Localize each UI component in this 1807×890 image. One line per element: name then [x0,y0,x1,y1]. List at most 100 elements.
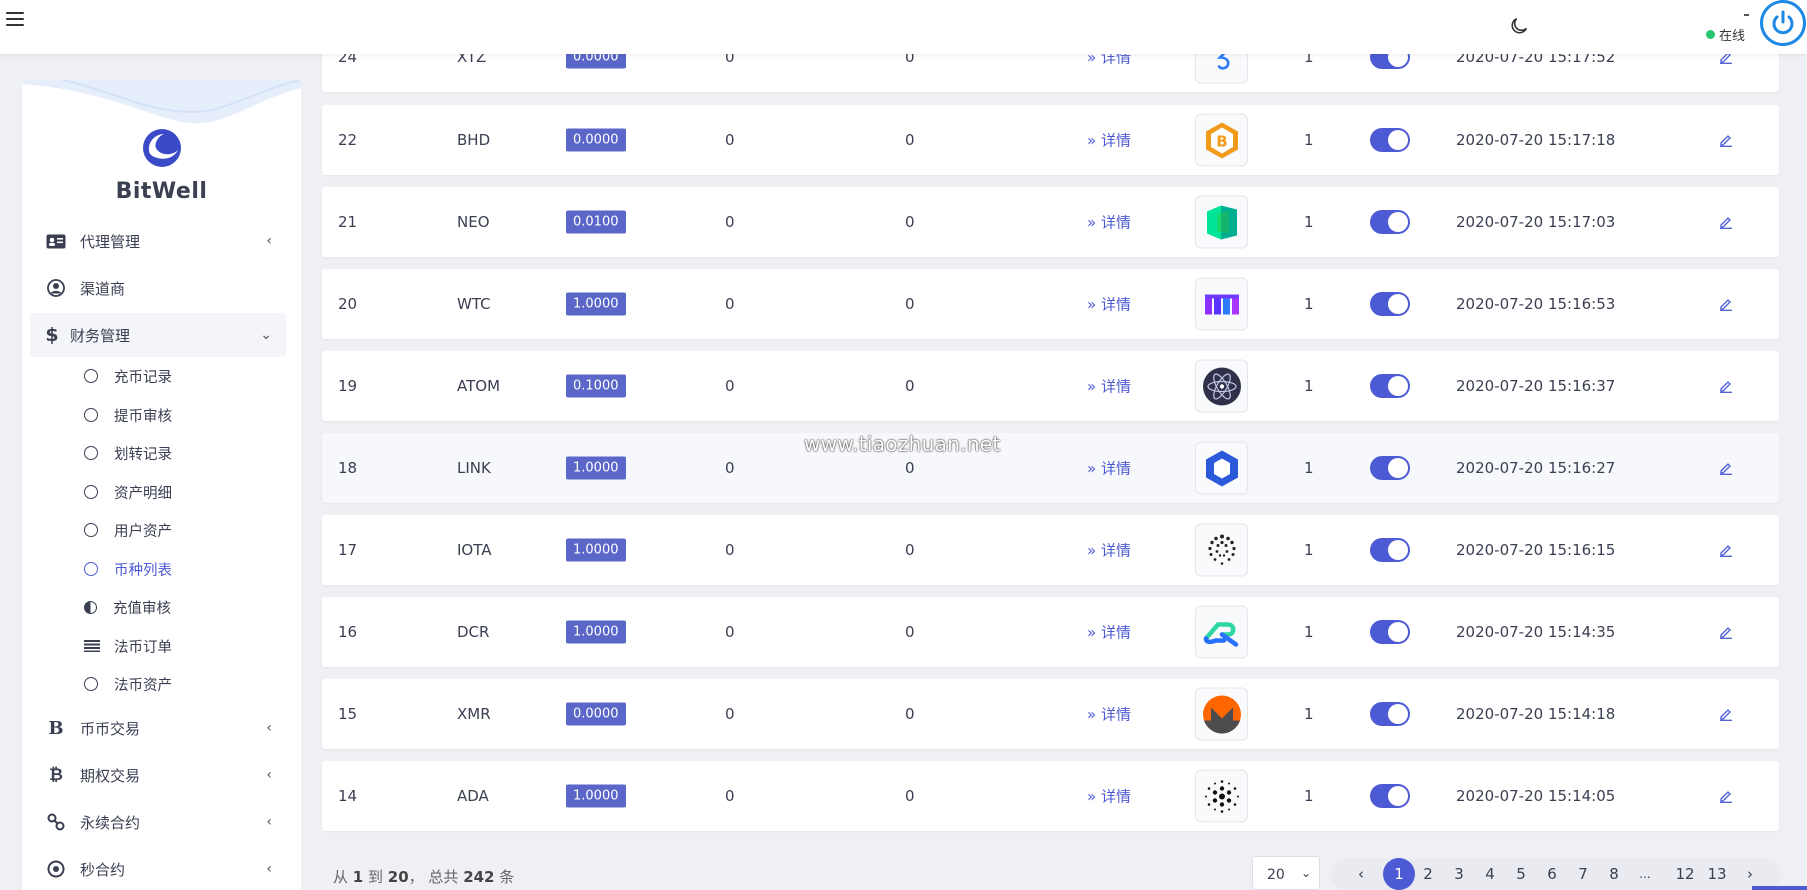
status-toggle[interactable] [1370,128,1410,152]
sub-item-withdraw-review[interactable]: 提币审核 [84,398,172,432]
row-id: 17 [338,541,358,559]
timestamp: 2020-07-20 15:16:15 [1456,541,1616,559]
status-toggle[interactable] [1370,456,1410,480]
value-a: 0 [725,295,735,313]
sidebar-item-spot-trading[interactable]: B 币币交易 ‹ [30,706,286,750]
sub-item-asset-details[interactable]: 资产明细 [84,475,172,509]
avatar[interactable] [1760,0,1806,46]
sub-item-user-assets[interactable]: 用户资产 [84,513,172,547]
sub-item-recharge-review[interactable]: 充值审核 [84,590,171,624]
details-link[interactable]: » 详情 [1087,622,1131,643]
hamburger-menu-icon[interactable] [6,12,24,28]
page-1-button[interactable]: 1 [1383,858,1415,890]
details-link[interactable]: » 详情 [1087,704,1131,725]
circle-icon [84,677,98,691]
row-id: 15 [338,705,358,723]
value-a: 0 [725,213,735,231]
sub-item-fiat-orders[interactable]: 法币订单 [84,629,172,663]
page-2-button[interactable]: 2 [1414,858,1442,890]
timestamp: 2020-07-20 15:16:37 [1456,377,1616,395]
online-dot-icon [1706,30,1715,39]
link-coin-icon [1195,441,1248,495]
sidebar-item-perpetual[interactable]: 永续合约 ‹ [30,800,286,844]
sidebar-item-second-contract[interactable]: 秒合约 ‹ [30,847,286,890]
status-toggle[interactable] [1370,292,1410,316]
details-link[interactable]: » 详情 [1087,458,1131,479]
timestamp: 2020-07-20 15:16:53 [1456,295,1616,313]
row-id: 19 [338,377,358,395]
table-row: 17 IOTA 1.0000 0 0 » 详情 1 2020-07-20 15:16:15 [322,515,1779,585]
edit-icon[interactable] [1719,297,1733,311]
value-b: 0 [905,541,915,559]
edit-icon[interactable] [1719,215,1733,229]
page-8-button[interactable]: 8 [1600,858,1628,890]
timestamp: 2020-07-20 15:17:18 [1456,131,1616,149]
page-13-button[interactable]: 13 [1703,858,1731,890]
circle-icon [84,369,98,383]
edit-icon[interactable] [1719,543,1733,557]
details-link[interactable]: » 详情 [1087,212,1131,233]
corner-accent [1752,886,1807,890]
count-value: 1 [1304,705,1314,723]
sub-item-coin-list[interactable]: 币种列表 [84,552,172,586]
value-b: 0 [905,787,915,805]
svg-text:B: B [1216,132,1227,150]
value-a: 0 [725,541,735,559]
page-12-button[interactable]: 12 [1671,858,1699,890]
table-row: 19 ATOM 0.1000 0 0 » 详情 1 2020-07-20 15:16:37 [322,351,1779,421]
page-4-button[interactable]: 4 [1476,858,1504,890]
value-b: 0 [905,705,915,723]
bitcoin-icon: ₿ [49,765,63,785]
sub-item-deposit-records[interactable]: 充币记录 [84,359,172,393]
edit-icon[interactable] [1719,133,1733,147]
sidebar-item-label: 代理管理 [80,232,141,251]
status-toggle[interactable] [1370,620,1410,644]
sidebar-item-options-trading[interactable]: ₿ 期权交易 ‹ [30,753,286,797]
status-toggle[interactable] [1370,784,1410,808]
status-toggle[interactable] [1370,702,1410,726]
details-link[interactable]: » 详情 [1087,376,1131,397]
status-toggle[interactable] [1370,210,1410,234]
edit-icon[interactable] [1719,625,1733,639]
status-toggle[interactable] [1370,374,1410,398]
chevron-down-icon: ⌄ [260,327,272,343]
dot-circle-icon [44,860,68,878]
sidebar: BitWell 代理管理 ‹ 渠道商 $ 财务管理 ⌄ 充币记录 提币审核 划转… [22,80,301,890]
sidebar-item-agent[interactable]: 代理管理 ‹ [30,219,286,263]
sidebar-item-channel[interactable]: 渠道商 [30,266,286,310]
page-3-button[interactable]: 3 [1445,858,1473,890]
page-6-button[interactable]: 6 [1538,858,1566,890]
details-link[interactable]: » 详情 [1087,130,1131,151]
value-a: 0 [725,131,735,149]
details-link[interactable]: » 详情 [1087,540,1131,561]
row-id: 21 [338,213,358,231]
sidebar-item-finance[interactable]: $ 财务管理 ⌄ [30,313,286,357]
sub-item-transfer-records[interactable]: 划转记录 [84,436,172,470]
prev-page-button[interactable]: ‹ [1347,858,1375,890]
details-link[interactable]: » 详情 [1087,786,1131,807]
row-id: 14 [338,787,358,805]
table-row: 16 DCR 1.0000 0 0 » 详情 1 2020-07-20 15:14:35 [322,597,1779,667]
page-5-button[interactable]: 5 [1507,858,1535,890]
atom-icon [1195,359,1248,413]
edit-icon[interactable] [1719,707,1733,721]
chevron-left-icon: ‹ [266,233,272,249]
moon-icon[interactable] [1508,15,1530,37]
fee-badge: 1.0000 [566,456,626,480]
edit-icon[interactable] [1719,461,1733,475]
sub-item-fiat-assets[interactable]: 法币资产 [84,667,172,701]
status-toggle[interactable] [1370,538,1410,562]
value-a: 0 [725,459,735,477]
online-status: 在线 [1706,25,1745,44]
bhd-icon: B [1195,113,1248,167]
timestamp: 2020-07-20 15:17:03 [1456,213,1616,231]
value-a: 0 [725,705,735,723]
header-wave-decoration [22,80,301,124]
page-7-button[interactable]: 7 [1569,858,1597,890]
circle-icon [84,562,98,576]
edit-icon[interactable] [1719,789,1733,803]
details-link[interactable]: » 详情 [1087,294,1131,315]
page-size-select[interactable]: 20 ⌄ [1252,856,1320,890]
circle-icon [84,446,98,460]
edit-icon[interactable] [1719,379,1733,393]
